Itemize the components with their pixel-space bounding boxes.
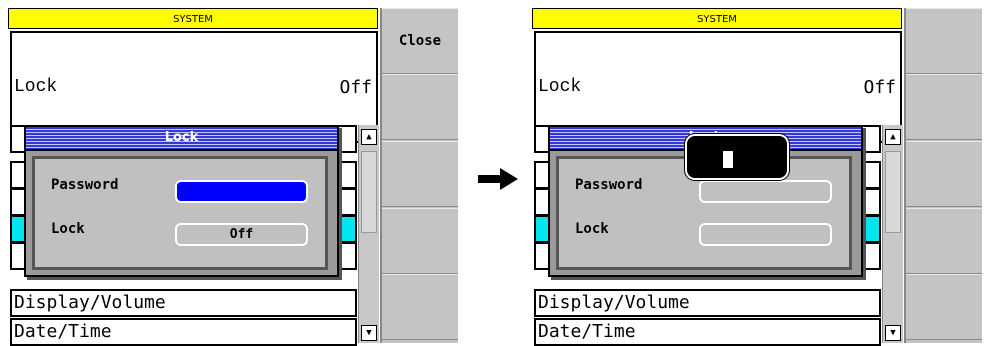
- list-item-date-time[interactable]: Date/Time: [534, 318, 881, 346]
- text-cursor-icon: [723, 151, 733, 168]
- lock-label: Lock: [538, 77, 582, 97]
- dialog-body: Password Lock Off: [32, 156, 328, 270]
- password-label: Password: [51, 177, 119, 193]
- softkey-5[interactable]: [382, 274, 458, 340]
- lock-value-field[interactable]: [699, 223, 832, 246]
- system-screen-after: SYSTEM Lock Off Display/Volume Date/Time…: [532, 8, 982, 346]
- system-screen-before: SYSTEM Lock Off Display/Volume Date/Time…: [8, 8, 458, 346]
- password-entry-popup[interactable]: [687, 136, 787, 178]
- lock-value: Off: [339, 77, 372, 98]
- softkey-2[interactable]: [906, 74, 982, 140]
- list-scrollbar[interactable]: ▲ ▼: [882, 125, 903, 343]
- password-field[interactable]: [699, 180, 832, 203]
- softkey-panel: Close: [380, 8, 458, 343]
- list-scrollbar[interactable]: ▲ ▼: [358, 125, 379, 343]
- softkey-panel: [904, 8, 982, 343]
- softkey-4[interactable]: [906, 208, 982, 274]
- softkey-2[interactable]: [382, 74, 458, 140]
- triangle-down-icon[interactable]: ▼: [361, 325, 377, 341]
- password-field[interactable]: [175, 180, 308, 203]
- screen-title: SYSTEM: [8, 8, 378, 29]
- lock-dialog: Lock Password Lock Off: [24, 125, 339, 277]
- list-item-display-volume[interactable]: Display/Volume: [534, 289, 881, 317]
- softkey-5[interactable]: [906, 274, 982, 340]
- right-arrow-icon: [478, 168, 518, 190]
- triangle-down-icon[interactable]: ▼: [885, 325, 901, 341]
- softkey-3[interactable]: [382, 141, 458, 207]
- password-label: Password: [575, 177, 643, 193]
- lock-label: Lock: [14, 77, 58, 97]
- list-item-display-volume[interactable]: Display/Volume: [10, 289, 357, 317]
- list-item-date-time[interactable]: Date/Time: [10, 318, 357, 346]
- triangle-up-icon[interactable]: ▲: [885, 129, 901, 145]
- lock-value-field[interactable]: Off: [175, 223, 308, 246]
- scrollbar-thumb[interactable]: [885, 151, 901, 233]
- screen-title: SYSTEM: [532, 8, 902, 29]
- softkey-3[interactable]: [906, 141, 982, 207]
- dialog-lock-label: Lock: [51, 221, 85, 237]
- lock-value: Off: [863, 77, 896, 98]
- triangle-up-icon[interactable]: ▲: [361, 129, 377, 145]
- dialog-lock-label: Lock: [575, 221, 609, 237]
- dialog-title: Lock: [26, 127, 337, 151]
- scrollbar-thumb[interactable]: [361, 151, 377, 233]
- close-button[interactable]: Close: [382, 8, 458, 74]
- softkey-1[interactable]: [906, 8, 982, 74]
- softkey-4[interactable]: [382, 208, 458, 274]
